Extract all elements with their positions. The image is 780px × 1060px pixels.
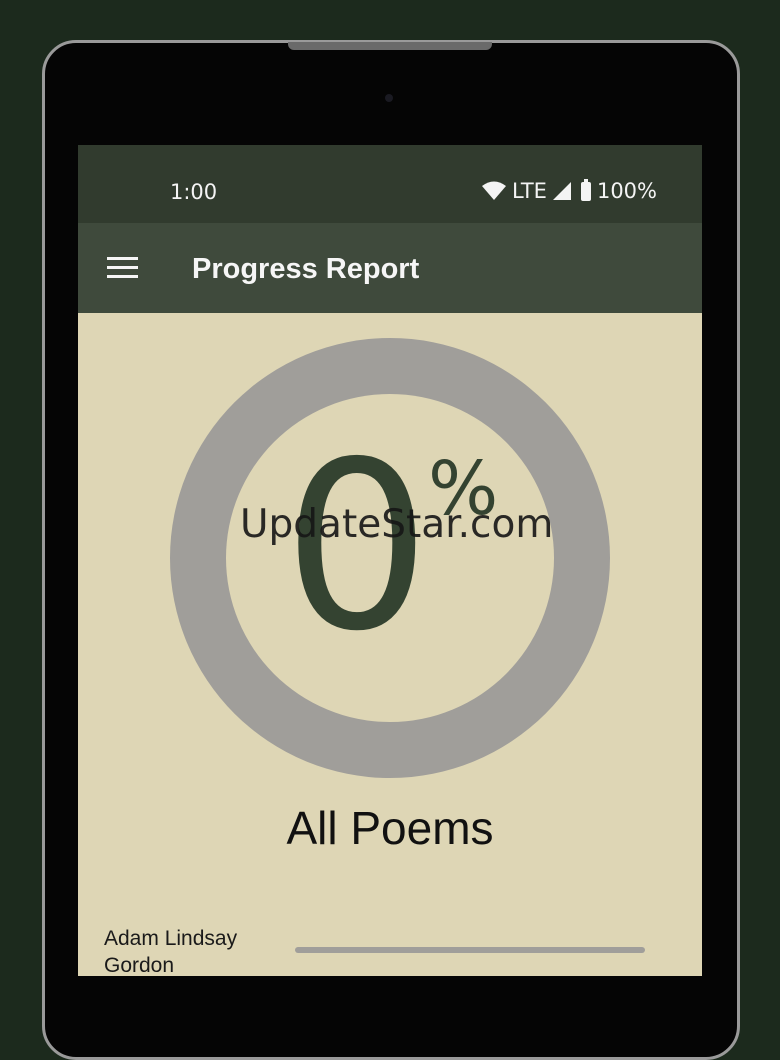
status-icons: LTE 100% — [482, 178, 657, 203]
progress-percentage: 0 — [283, 412, 431, 682]
device-notch — [288, 42, 492, 50]
app-bar: Progress Report — [78, 223, 702, 313]
signal-icon — [552, 182, 571, 200]
app-screen: 1:00 LTE 100% Progress Report 0 % Update… — [78, 145, 702, 976]
camera-icon — [385, 94, 393, 102]
status-bar: 1:00 LTE 100% — [78, 145, 702, 223]
page-title: Progress Report — [192, 253, 420, 285]
poet-name: Adam Lindsay Gordon — [104, 927, 238, 976]
battery-icon — [580, 178, 591, 201]
network-type: LTE — [512, 179, 547, 203]
poet-progress-bar — [295, 947, 645, 953]
wifi-icon — [482, 181, 507, 200]
hamburger-menu-icon[interactable] — [107, 257, 138, 278]
battery-level: 100% — [596, 179, 657, 203]
poet-progress-row[interactable]: Adam Lindsay Gordon — [104, 925, 678, 976]
status-time: 1:00 — [170, 180, 218, 204]
watermark-text: UpdateStar.com — [240, 502, 554, 547]
all-poems-title: All Poems — [286, 802, 494, 854]
